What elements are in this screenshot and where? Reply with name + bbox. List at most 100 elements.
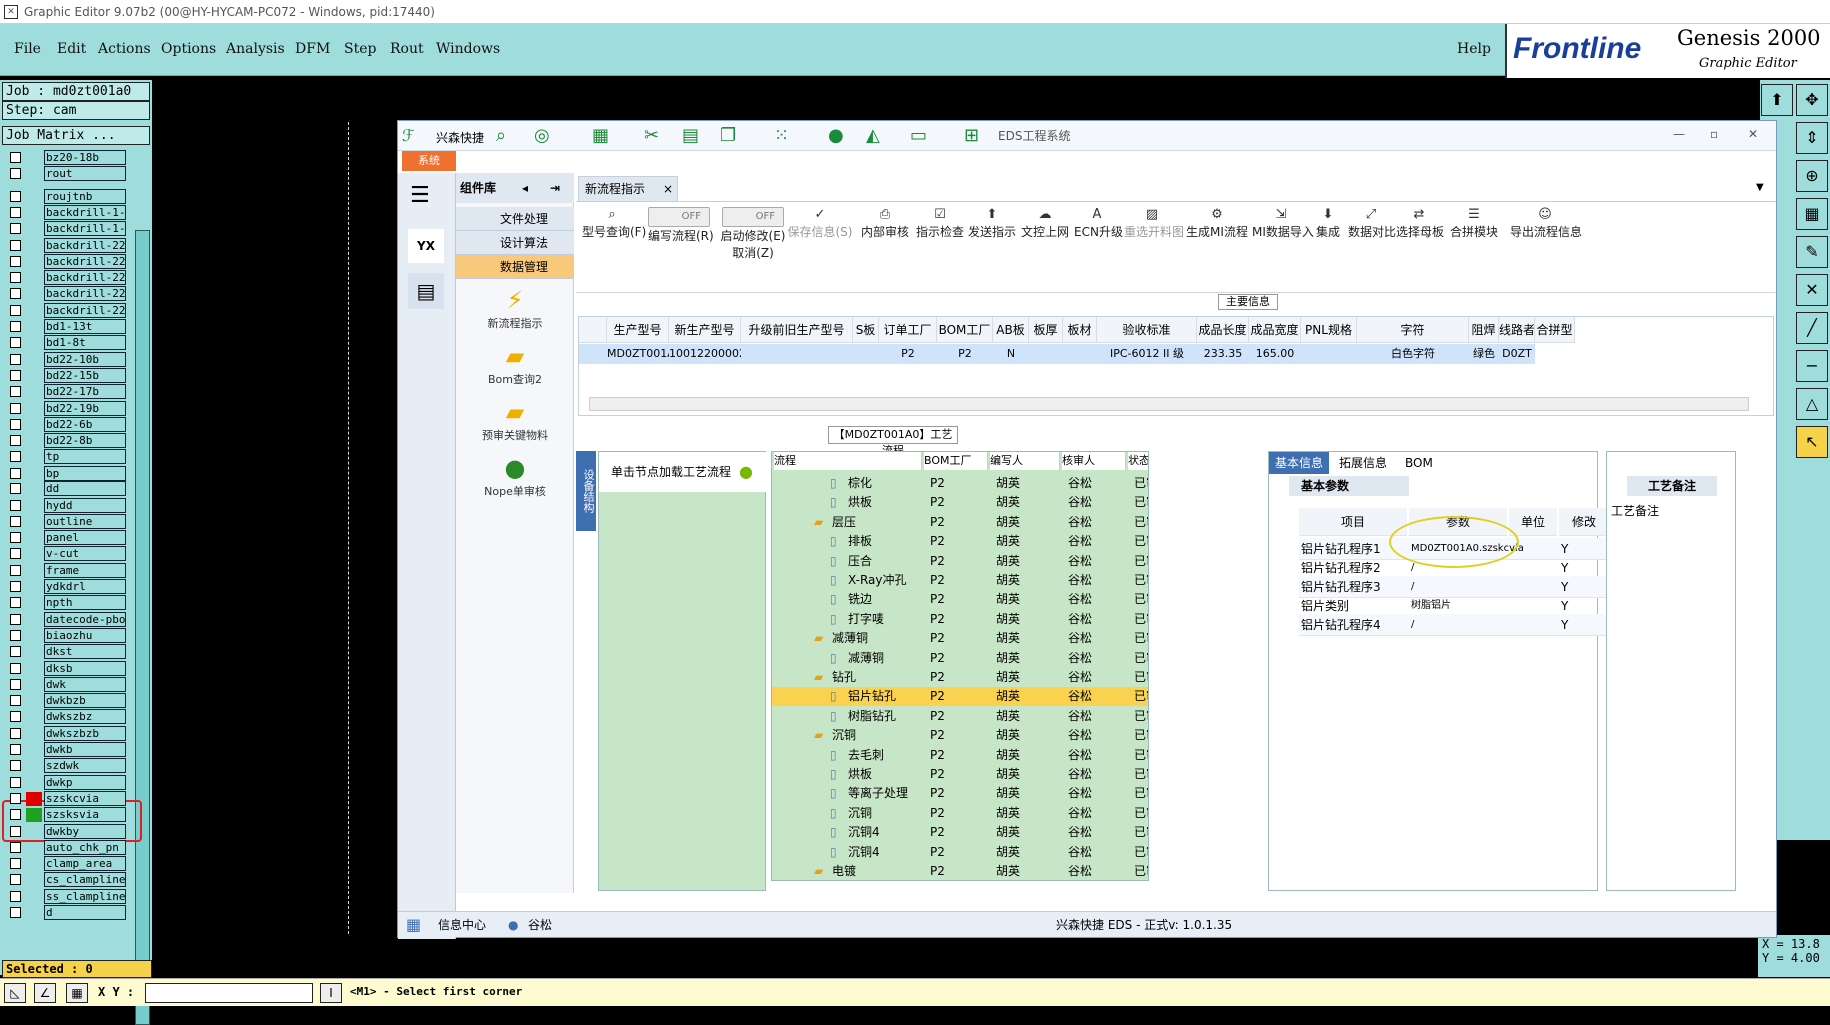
layer-row[interactable]: backdrill-22 bbox=[4, 302, 126, 318]
new-flow-button[interactable]: ⚡ 新流程指示 bbox=[456, 285, 574, 331]
layer-checkbox[interactable] bbox=[10, 841, 21, 853]
layer-row[interactable]: bd22-17b bbox=[4, 384, 126, 400]
layer-name[interactable]: panel bbox=[44, 530, 126, 546]
layer-row[interactable]: bd22-8b bbox=[4, 433, 126, 449]
menu-edit[interactable]: Edit bbox=[57, 41, 86, 57]
ribbon-button[interactable]: ⤢ 数据对比 bbox=[1348, 207, 1396, 240]
tree-header[interactable]: BOM工厂 bbox=[924, 452, 988, 470]
toggle-off[interactable]: OFF bbox=[722, 207, 784, 227]
info-tab[interactable]: 基本信息 bbox=[1269, 452, 1330, 474]
tool-grid-icon[interactable]: ▦ bbox=[1796, 198, 1828, 230]
layer-row[interactable]: szdwk bbox=[4, 758, 126, 774]
tree-node-label[interactable]: 去毛刺 bbox=[848, 746, 884, 765]
layer-checkbox[interactable] bbox=[10, 288, 21, 300]
tree-node-label[interactable]: 棕化 bbox=[848, 474, 872, 493]
tree-row[interactable]: 烘板 ▯ P2 胡英 谷松 已审核 bbox=[772, 765, 1148, 784]
tree-node-label[interactable]: 电镀 bbox=[832, 862, 856, 880]
layer-name[interactable]: backdrill-22 bbox=[44, 302, 126, 318]
layer-name[interactable]: d bbox=[44, 905, 126, 920]
layer-checkbox[interactable] bbox=[10, 337, 21, 349]
layer-checkbox[interactable] bbox=[10, 239, 21, 251]
layer-checkbox[interactable] bbox=[10, 581, 21, 592]
scissors-icon[interactable]: ✂ bbox=[644, 125, 659, 146]
layer-row[interactable]: rout bbox=[4, 166, 126, 182]
layer-row[interactable]: backdrill-1- bbox=[4, 204, 126, 220]
tree-node-label[interactable]: 沉铜 bbox=[832, 726, 856, 745]
menu-file[interactable]: File bbox=[14, 41, 41, 57]
layer-name[interactable]: dwkby bbox=[44, 823, 126, 839]
layer-row[interactable]: datecode-pbo bbox=[4, 611, 126, 627]
layer-checkbox[interactable] bbox=[10, 321, 21, 332]
tree-row[interactable]: 铝片钻孔 ▯ P2 胡英 谷松 已审核 bbox=[772, 687, 1148, 707]
layer-checkbox[interactable] bbox=[10, 255, 21, 267]
maximize-icon[interactable]: ▫ bbox=[1710, 127, 1718, 141]
layer-name[interactable]: tp bbox=[44, 449, 126, 465]
menu-data-mgmt[interactable]: 数据管理 bbox=[456, 255, 574, 279]
lifebuoy-icon[interactable]: ◎ bbox=[534, 125, 550, 146]
layer-name[interactable]: roujtnb bbox=[44, 188, 126, 204]
grid-cell[interactable]: 165.00 bbox=[1249, 344, 1301, 364]
tool-line-icon[interactable]: ╱ bbox=[1796, 312, 1828, 344]
grid-cell[interactable]: P2 bbox=[879, 344, 937, 364]
layer-row[interactable]: bd22-10b bbox=[4, 351, 126, 367]
layer-name[interactable]: szdwk bbox=[44, 758, 126, 774]
layer-checkbox[interactable] bbox=[10, 386, 21, 398]
layer-row[interactable]: bd22-19b bbox=[4, 400, 126, 416]
layer-name[interactable]: npth bbox=[44, 595, 126, 611]
layer-row[interactable]: dwkp bbox=[4, 774, 126, 790]
layer-name[interactable]: clamp_area bbox=[44, 856, 126, 872]
tree-row[interactable]: 铣边 ▯ P2 胡英 谷松 已审核 bbox=[772, 590, 1148, 609]
monitor-icon[interactable]: ▭ bbox=[910, 125, 927, 146]
ribbon-button[interactable]: A ECN升级 bbox=[1074, 207, 1123, 240]
chart-icon[interactable]: ◭ bbox=[866, 125, 880, 146]
tree-node-label[interactable]: 树脂钻孔 bbox=[848, 707, 896, 726]
nope-review-button[interactable]: ● Nope单审核 bbox=[456, 453, 574, 499]
layer-row[interactable]: bd1-13t bbox=[4, 319, 126, 334]
load-flow-header[interactable]: 单击节点加载工艺流程 ● bbox=[599, 452, 767, 492]
info-tab[interactable]: BOM bbox=[1399, 452, 1439, 474]
layer-checkbox[interactable] bbox=[10, 206, 21, 218]
layer-name[interactable]: rout bbox=[44, 166, 126, 182]
layer-row[interactable]: bd1-8t bbox=[4, 335, 126, 351]
layer-name[interactable]: dkst bbox=[44, 644, 126, 660]
snap-icon[interactable]: ◺ bbox=[4, 983, 26, 1003]
ribbon-button[interactable]: ☰ 合拼模块 bbox=[1444, 207, 1504, 240]
layer-checkbox[interactable] bbox=[10, 190, 21, 202]
tree-row[interactable]: 等离子处理 ▯ P2 胡英 谷松 已审核 bbox=[772, 784, 1148, 803]
ribbon-button[interactable]: ⎙ 内部审核 bbox=[858, 207, 912, 240]
layer-name[interactable]: bd1-8t bbox=[44, 335, 126, 351]
layer-row[interactable]: dwkby bbox=[4, 823, 126, 839]
tree-node-label[interactable]: 烘板 bbox=[848, 493, 872, 512]
grid-header[interactable]: 新生产型号 bbox=[669, 317, 741, 343]
tree-row[interactable]: 沉铜 ▰ P2 胡英 谷松 已审核 bbox=[772, 726, 1148, 745]
tree-node-label[interactable]: 铝片钻孔 bbox=[848, 687, 896, 706]
layer-name[interactable]: bd22-6b bbox=[44, 416, 126, 432]
layer-checkbox[interactable] bbox=[10, 304, 21, 316]
hamburger-icon[interactable]: ☰ bbox=[410, 183, 430, 208]
measure-icon[interactable]: ∠ bbox=[34, 983, 56, 1003]
ribbon-button[interactable]: ✓ 保存信息(S) bbox=[786, 207, 854, 240]
tree-node-label[interactable]: 减薄铜 bbox=[832, 629, 868, 648]
layer-checkbox[interactable] bbox=[10, 467, 21, 479]
tab-close-icon[interactable]: × bbox=[663, 177, 673, 201]
grid-cell[interactable]: 绿色 bbox=[1469, 344, 1499, 364]
layer-name[interactable]: dd bbox=[44, 481, 126, 497]
tree-row[interactable]: 减薄铜 ▯ P2 胡英 谷松 已审核 bbox=[772, 649, 1148, 668]
layer-name[interactable]: outline bbox=[44, 513, 126, 529]
layer-name[interactable]: cs_clampline bbox=[44, 872, 126, 888]
grid-cell[interactable]: IPC-6012 II 级 bbox=[1097, 344, 1197, 364]
layer-row[interactable]: backdrill-22 bbox=[4, 286, 126, 302]
layer-name[interactable]: dwkbzb bbox=[44, 693, 126, 709]
layer-row[interactable]: bd22-6b bbox=[4, 416, 126, 432]
layer-row[interactable]: d bbox=[4, 905, 126, 920]
grid-cell[interactable]: P2 bbox=[937, 344, 993, 364]
layer-checkbox[interactable] bbox=[10, 662, 21, 674]
grid-cell[interactable] bbox=[1029, 344, 1063, 364]
calculator-icon[interactable]: ▤ bbox=[408, 273, 444, 309]
layer-name[interactable]: bp bbox=[44, 465, 126, 481]
ribbon-button[interactable]: ⬇ 集成 bbox=[1310, 207, 1346, 240]
ribbon-button[interactable]: ☁ 文控上网 bbox=[1020, 207, 1070, 240]
layer-checkbox[interactable] bbox=[10, 369, 21, 381]
layer-row[interactable]: ss_clampline bbox=[4, 888, 126, 904]
grid-header[interactable]: 成品长度 bbox=[1197, 317, 1249, 343]
